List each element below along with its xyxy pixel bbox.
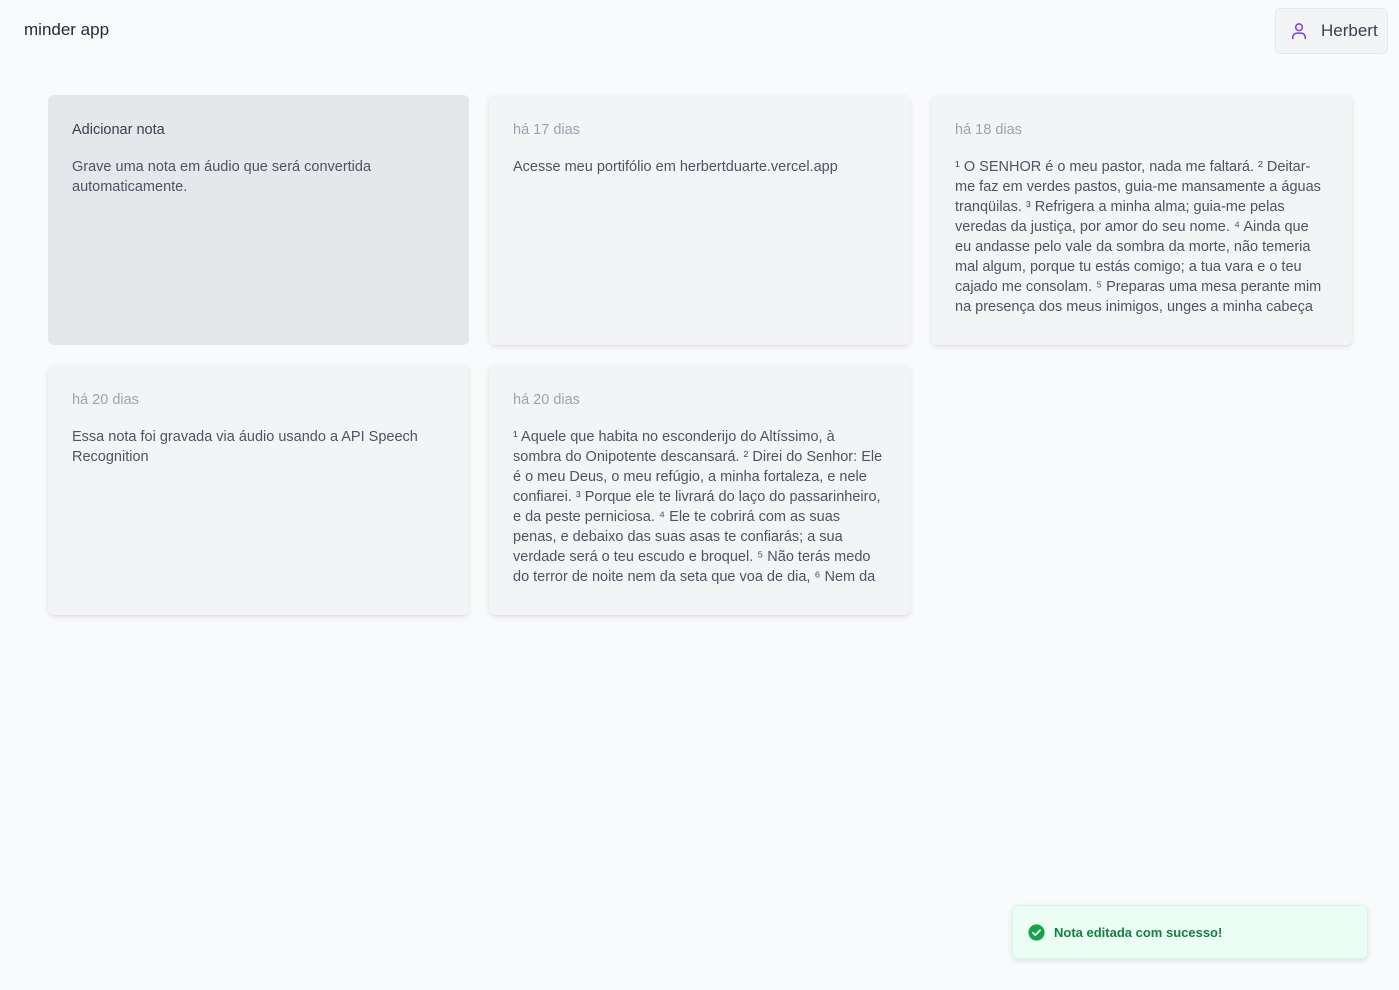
user-menu-button[interactable]: Herbert <box>1275 8 1388 54</box>
note-date: há 17 dias <box>513 122 580 138</box>
note-content: Essa nota foi gravada via áudio usando a… <box>72 429 418 465</box>
user-icon <box>1292 23 1306 40</box>
note-content: ¹ O SENHOR é o meu pastor, nada me falta… <box>955 159 1322 315</box>
app-title: minder app <box>24 20 110 39</box>
note-fade <box>489 319 910 345</box>
note-card[interactable]: há 20 dias ¹ Aquele que habita no escond… <box>489 365 910 615</box>
note-fade <box>489 589 910 615</box>
note-card[interactable]: há 20 dias Essa nota foi gravada via áud… <box>48 365 469 615</box>
add-note-title: Adicionar nota <box>72 122 165 138</box>
user-name: Herbert <box>1321 21 1378 40</box>
note-date: há 20 dias <box>72 392 139 408</box>
note-fade <box>48 589 469 615</box>
success-toast[interactable]: Nota editada com sucesso! <box>1012 905 1368 959</box>
note-content: Acesse meu portifólio em herbertduarte.v… <box>513 159 838 175</box>
note-content: ¹ Aquele que habita no esconderijo do Al… <box>513 429 883 585</box>
check-circle-icon <box>1028 923 1045 941</box>
toast-message: Nota editada com sucesso! <box>1054 924 1223 940</box>
add-note-description: Grave uma nota em áudio que será convert… <box>72 159 372 195</box>
add-note-card[interactable]: Adicionar nota Grave uma nota em áudio q… <box>48 95 469 345</box>
note-card[interactable]: há 18 dias ¹ O SENHOR é o meu pastor, na… <box>931 95 1352 345</box>
note-date: há 20 dias <box>513 392 580 408</box>
note-card[interactable]: há 17 dias Acesse meu portifólio em herb… <box>489 95 910 345</box>
top-bar: minder app Herbert <box>0 0 1399 62</box>
note-date: há 18 dias <box>955 122 1022 138</box>
note-fade <box>931 319 1352 345</box>
